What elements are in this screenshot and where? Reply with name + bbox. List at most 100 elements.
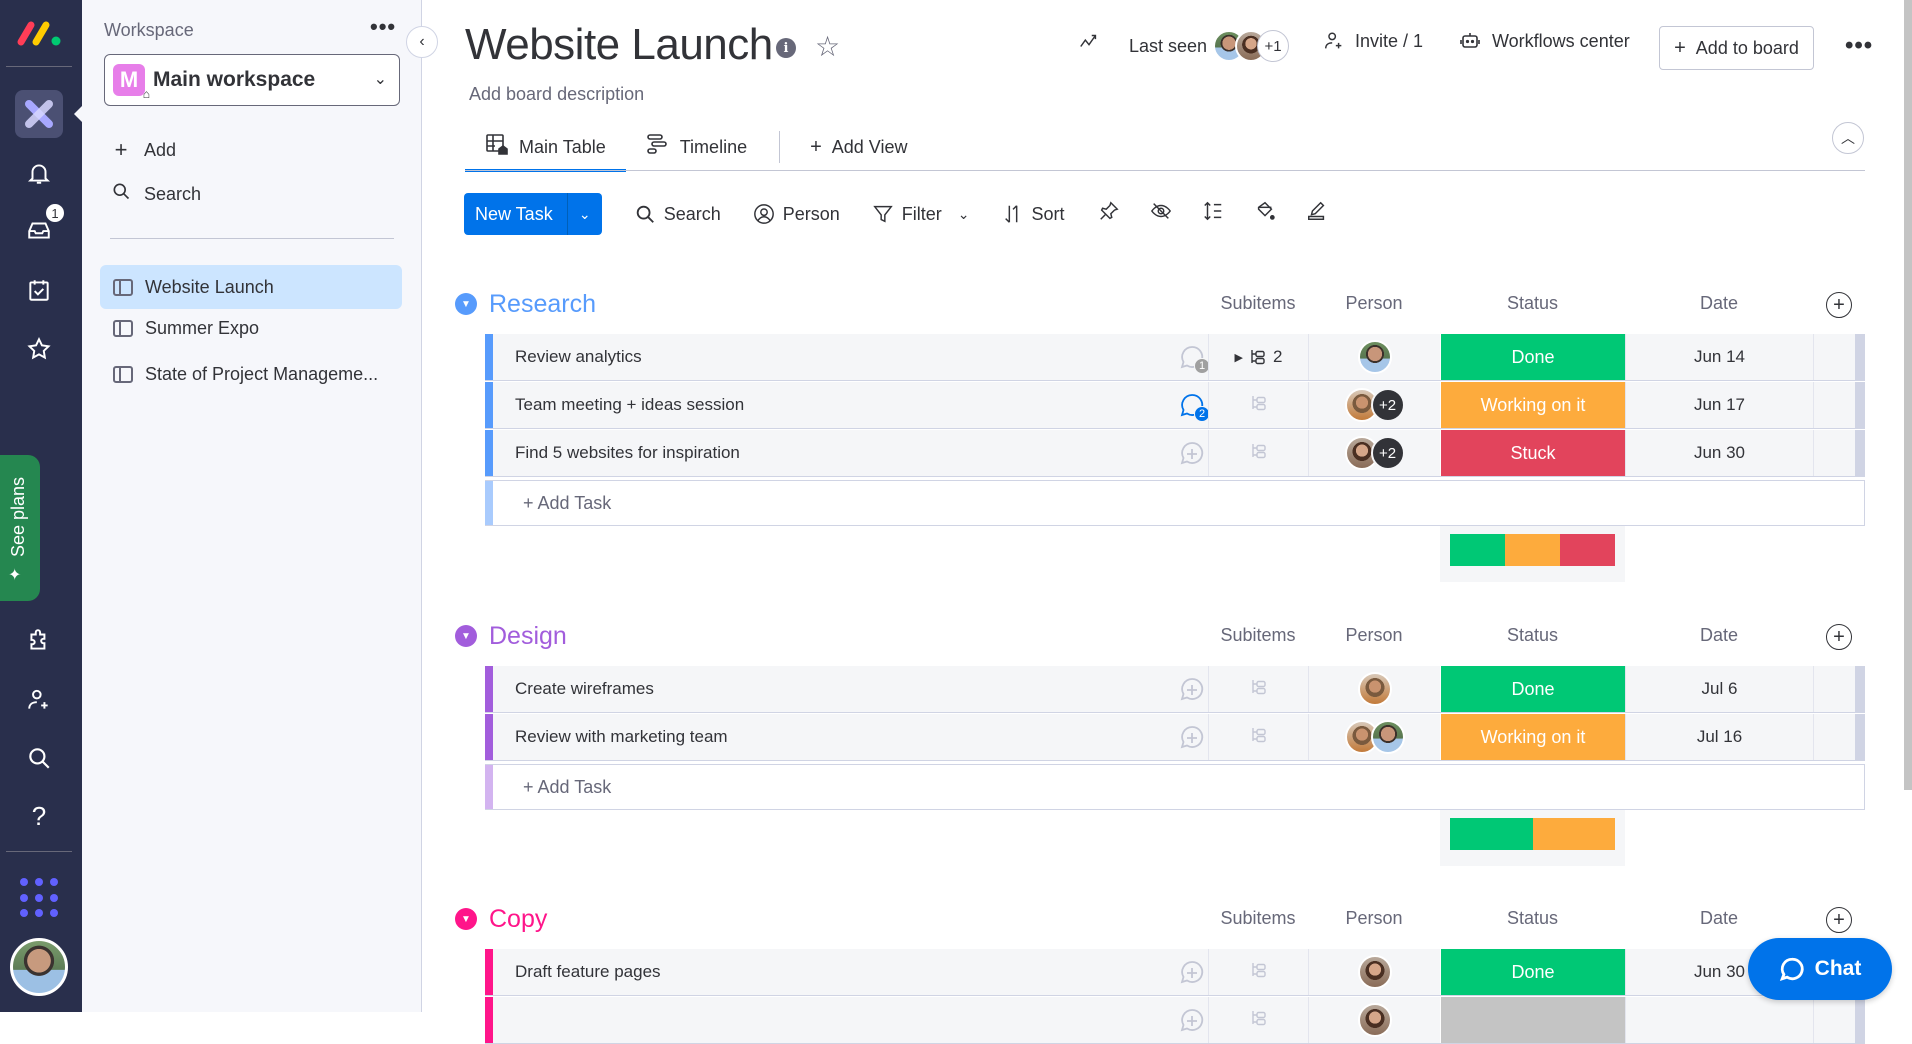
sidebar-search-button[interactable]: Search	[110, 181, 201, 207]
date-cell[interactable]: Jul 16	[1625, 714, 1813, 760]
updates-icon[interactable]: 2	[1178, 392, 1210, 422]
sidebar-item-website-launch[interactable]: Website Launch	[100, 265, 402, 309]
date-cell[interactable]: Jun 17	[1625, 382, 1813, 428]
chevron-down-icon[interactable]: ▼	[455, 625, 477, 647]
group-title[interactable]: Research	[489, 290, 596, 319]
integrations-puzzle-icon[interactable]	[22, 624, 56, 658]
column-header-subitems[interactable]: Subitems	[1208, 293, 1308, 314]
date-cell[interactable]: Jun 30	[1625, 430, 1813, 476]
add-column-icon[interactable]: +	[1826, 624, 1852, 650]
column-header-subitems[interactable]: Subitems	[1208, 625, 1308, 646]
subitems-expander[interactable]: ▶ 2	[1235, 347, 1283, 367]
column-header-date[interactable]: Date	[1625, 293, 1813, 314]
person-cell[interactable]	[1308, 334, 1440, 380]
task-name[interactable]: Draft feature pages	[515, 962, 661, 982]
add-task-row[interactable]: + Add Task	[485, 764, 1865, 810]
status-summary-segment[interactable]	[1532, 818, 1615, 850]
table-row[interactable]: Create wireframes Done Jul 6	[485, 666, 1865, 713]
add-update-icon[interactable]	[1178, 724, 1204, 750]
edit-icon[interactable]	[1305, 200, 1329, 228]
column-header-status[interactable]: Status	[1440, 625, 1625, 646]
add-update-icon[interactable]	[1178, 440, 1204, 466]
workflows-center-button[interactable]: Workflows center	[1458, 30, 1630, 52]
task-name[interactable]: Create wireframes	[515, 679, 654, 699]
status-cell[interactable]: Working on it	[1440, 714, 1625, 760]
search-button[interactable]: Search	[634, 203, 721, 225]
updates-icon[interactable]: 1	[1178, 344, 1210, 374]
status-cell[interactable]: Done	[1440, 666, 1625, 712]
tab-main-table[interactable]: Main Table	[465, 124, 626, 172]
status-cell[interactable]: Working on it	[1440, 382, 1625, 428]
subitems-cell[interactable]	[1208, 997, 1308, 1043]
collapse-header-button[interactable]: ︿	[1832, 122, 1864, 154]
row-height-icon[interactable]	[1201, 200, 1225, 228]
activity-icon[interactable]	[1078, 30, 1100, 52]
status-cell[interactable]	[1440, 997, 1625, 1043]
new-task-label[interactable]: New Task	[464, 193, 568, 235]
column-header-date[interactable]: Date	[1625, 908, 1813, 929]
search-icon[interactable]	[22, 741, 56, 775]
board-description[interactable]: Add board description	[469, 84, 644, 105]
hide-columns-icon[interactable]	[1149, 200, 1173, 228]
subitems-cell[interactable]	[1208, 714, 1308, 760]
chevron-down-icon[interactable]: ▼	[455, 908, 477, 930]
favorites-star-icon[interactable]	[22, 332, 56, 366]
table-row[interactable]: Review with marketing team Working on it J…	[485, 714, 1865, 761]
subitems-icon[interactable]	[1250, 394, 1268, 417]
column-header-subitems[interactable]: Subitems	[1208, 908, 1308, 929]
task-name[interactable]: Review with marketing team	[515, 727, 728, 747]
table-row[interactable]: Draft feature pages Done Jun 30	[485, 949, 1865, 996]
chevron-down-icon[interactable]: ▼	[455, 293, 477, 315]
sidebar-add-button[interactable]: + Add	[110, 137, 176, 163]
pin-icon[interactable]	[1097, 200, 1121, 228]
my-work-calendar-icon[interactable]	[22, 273, 56, 307]
add-update-icon[interactable]	[1178, 959, 1204, 985]
chevron-down-icon[interactable]: ⌄	[958, 206, 970, 223]
status-cell[interactable]: Stuck	[1440, 430, 1625, 476]
notifications-bell-icon[interactable]	[22, 156, 56, 190]
status-cell[interactable]: Done	[1440, 334, 1625, 380]
filter-button[interactable]: Filter ⌄	[872, 203, 970, 225]
person-cell[interactable]: +2	[1308, 430, 1440, 476]
chevron-down-icon[interactable]: ⌄	[568, 206, 602, 223]
status-summary-segment[interactable]	[1504, 534, 1560, 566]
last-seen-button[interactable]: Last seen +1	[1129, 30, 1290, 62]
status-summary-segment[interactable]	[1559, 534, 1615, 566]
new-task-button[interactable]: New Task ⌄	[464, 193, 602, 235]
person-cell[interactable]: +2	[1308, 382, 1440, 428]
page-title[interactable]: Website Launch	[465, 20, 773, 70]
add-column-icon[interactable]: +	[1826, 292, 1852, 318]
person-cell[interactable]	[1308, 949, 1440, 995]
person-cell[interactable]	[1308, 997, 1440, 1043]
tab-timeline[interactable]: Timeline	[626, 124, 767, 170]
apps-grid-icon[interactable]	[20, 878, 60, 918]
task-name[interactable]: Team meeting + ideas session	[515, 395, 744, 415]
subitems-icon[interactable]	[1250, 442, 1268, 465]
sidebar-item-state-of-project-management[interactable]: State of Project Manageme...	[100, 352, 402, 396]
column-header-date[interactable]: Date	[1625, 625, 1813, 646]
monday-logo-icon[interactable]	[16, 18, 66, 48]
status-summary-segment[interactable]	[1450, 818, 1533, 850]
status-summary-segment[interactable]	[1450, 534, 1505, 566]
column-header-person[interactable]: Person	[1308, 625, 1440, 646]
date-cell[interactable]: Jun 14	[1625, 334, 1813, 380]
see-plans-button[interactable]: See plans ✦	[0, 455, 40, 601]
add-to-board-button[interactable]: + Add to board	[1659, 26, 1814, 70]
invite-member-icon[interactable]	[22, 683, 56, 717]
favorite-star-icon[interactable]: ☆	[815, 30, 840, 63]
table-row[interactable]	[485, 997, 1865, 1044]
column-header-person[interactable]: Person	[1308, 908, 1440, 929]
vertical-scrollbar[interactable]	[1904, 0, 1912, 790]
person-filter-button[interactable]: Person	[753, 203, 840, 225]
subitems-icon[interactable]	[1250, 726, 1268, 749]
work-management-app-icon[interactable]	[15, 90, 63, 138]
task-name[interactable]: Review analytics	[515, 347, 642, 367]
add-update-icon[interactable]	[1178, 1007, 1204, 1033]
group-title[interactable]: Design	[489, 622, 567, 651]
subitems-cell[interactable]	[1208, 382, 1308, 428]
board-more-icon[interactable]: •••	[1845, 32, 1873, 60]
date-cell[interactable]: Jul 6	[1625, 666, 1813, 712]
user-avatar[interactable]	[10, 938, 68, 996]
table-row[interactable]: Review analytics 1 ▶ 2 Done Jun 14	[485, 334, 1865, 381]
add-task-input[interactable]: + Add Task	[523, 777, 611, 798]
